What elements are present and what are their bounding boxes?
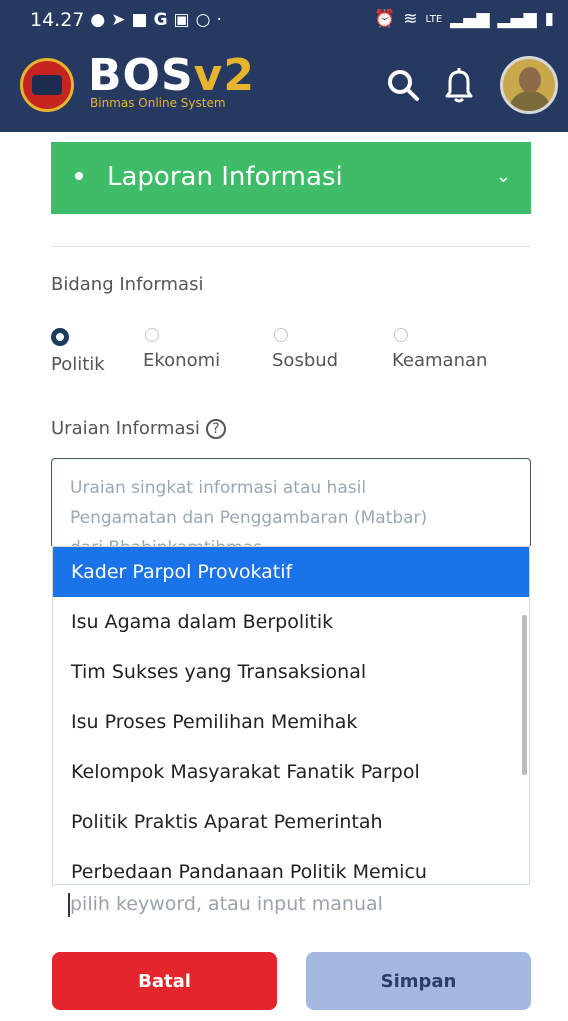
app-header: BOSv2 Binmas Online System bbox=[0, 40, 568, 132]
chat-icon: ■ bbox=[131, 10, 148, 30]
dropdown-option[interactable]: Kelompok Masyarakat Fanatik Parpol bbox=[53, 747, 529, 797]
gallery-icon: ▣ bbox=[173, 10, 190, 30]
dropdown-option[interactable]: Politik Praktis Aparat Pemerintah bbox=[53, 797, 529, 847]
form-content: Laporan Informasi ⌄ Bidang Informasi Pol… bbox=[0, 132, 568, 1021]
notification-icon: ● bbox=[90, 10, 106, 30]
radio-circle bbox=[274, 328, 288, 342]
radio-circle bbox=[394, 328, 408, 342]
accordion-laporan-informasi[interactable]: Laporan Informasi ⌄ bbox=[51, 142, 531, 214]
dropdown-scrollbar[interactable] bbox=[522, 615, 527, 775]
radio-ekonomi[interactable]: Ekonomi bbox=[143, 328, 220, 371]
bell-icon[interactable] bbox=[442, 66, 476, 104]
text-caret bbox=[68, 893, 70, 917]
radio-label: Keamanan bbox=[392, 350, 488, 371]
radio-sosbud[interactable]: Sosbud bbox=[272, 328, 338, 371]
bullet-icon bbox=[75, 172, 83, 180]
circle-icon: ○ bbox=[195, 10, 211, 30]
signal-2-icon: ▂▄▆ bbox=[497, 9, 537, 29]
uraian-informasi-label: Uraian Informasi? bbox=[51, 418, 226, 439]
radio-circle bbox=[145, 328, 159, 342]
radio-circle bbox=[51, 328, 69, 346]
help-icon[interactable]: ? bbox=[205, 419, 226, 439]
battery-icon: ▮ bbox=[544, 9, 554, 29]
status-bar: 14.27 ● ➤ ■ G ▣ ○ · ⏰ ≋ LTE ▂▄▆ ▂▄▆ ▮ bbox=[0, 0, 568, 40]
accordion-label: Laporan Informasi bbox=[107, 162, 343, 192]
uraian-textarea[interactable]: Uraian singkat informasi atau hasil Peng… bbox=[51, 458, 531, 548]
status-time: 14.27 bbox=[30, 9, 85, 31]
keyword-input[interactable]: pilih keyword, atau input manual bbox=[52, 884, 530, 924]
bidang-radio-group: Politik Ekonomi Sosbud Keamanan bbox=[51, 328, 521, 388]
radio-label: Sosbud bbox=[272, 350, 339, 371]
wifi-icon: ≋ bbox=[403, 9, 418, 29]
signal-icon: ▂▄▆ bbox=[450, 9, 490, 29]
bidang-informasi-label: Bidang Informasi bbox=[51, 274, 204, 295]
placeholder-line: Uraian singkat informasi atau hasil bbox=[70, 478, 367, 498]
dropdown-option[interactable]: Isu Agama dalam Berpolitik bbox=[53, 597, 529, 647]
placeholder-line: Pengamatan dan Penggambaran (Matbar) bbox=[70, 508, 428, 528]
dropdown-option[interactable]: Kader Parpol Provokatif bbox=[53, 547, 529, 597]
alarm-icon: ⏰ bbox=[374, 9, 396, 29]
volte-icon: LTE bbox=[425, 13, 443, 25]
chevron-down-icon: ⌄ bbox=[495, 166, 511, 187]
uraian-label-text: Uraian Informasi bbox=[51, 418, 200, 439]
search-icon[interactable] bbox=[386, 68, 420, 102]
app-brand: BOSv2 Binmas Online System bbox=[88, 50, 255, 111]
radio-label: Ekonomi bbox=[143, 350, 221, 371]
keyword-placeholder: pilih keyword, atau input manual bbox=[70, 893, 383, 915]
save-button[interactable]: Simpan bbox=[306, 952, 531, 1010]
dropdown-option[interactable]: Tim Sukses yang Transaksional bbox=[53, 647, 529, 697]
cancel-button[interactable]: Batal bbox=[52, 952, 277, 1010]
app-title: BOSv2 bbox=[88, 50, 255, 101]
radio-politik[interactable]: Politik bbox=[51, 328, 105, 375]
dropdown-option[interactable]: Isu Proses Pemilihan Memihak bbox=[53, 697, 529, 747]
radio-keamanan[interactable]: Keamanan bbox=[392, 328, 487, 371]
divider bbox=[51, 246, 531, 247]
radio-label: Politik bbox=[51, 354, 105, 375]
keyword-dropdown: Kader Parpol Provokatif Isu Agama dalam … bbox=[52, 546, 530, 924]
google-icon: G bbox=[153, 10, 168, 30]
police-logo-icon bbox=[20, 58, 74, 112]
navigation-icon: ➤ bbox=[111, 10, 126, 30]
dot-icon: · bbox=[216, 10, 222, 30]
user-avatar[interactable] bbox=[500, 56, 558, 114]
